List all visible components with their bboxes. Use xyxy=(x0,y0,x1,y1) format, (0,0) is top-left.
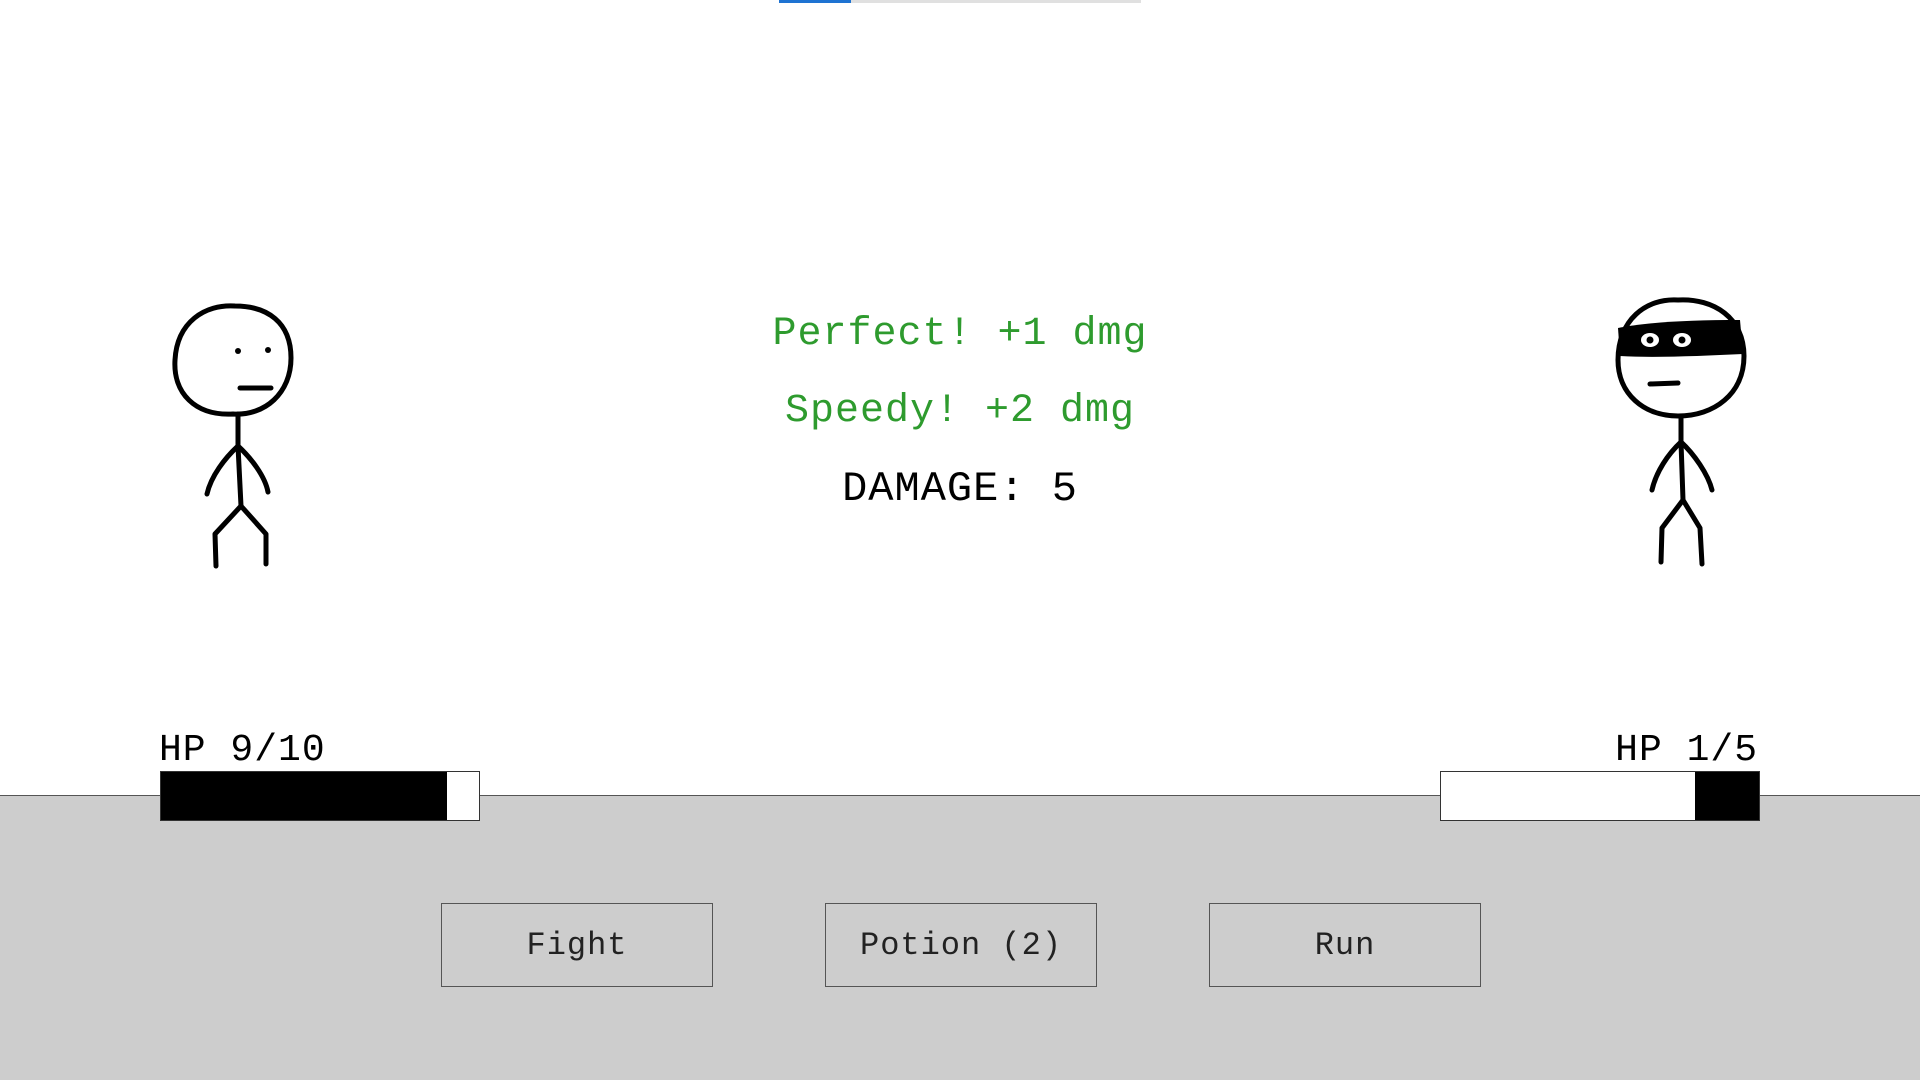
enemy-hp-fill xyxy=(1695,772,1759,820)
battle-screen: Perfect! +1 dmg Speedy! +2 dmg DAMAGE: 5… xyxy=(0,0,1920,1080)
enemy-head xyxy=(1615,297,1747,419)
damage-total: DAMAGE: 5 xyxy=(842,465,1078,513)
enemy-hp-bar xyxy=(1440,771,1760,821)
fight-button[interactable]: Fight xyxy=(441,903,713,987)
potion-button[interactable]: Potion (2) xyxy=(825,903,1097,987)
enemy-torso xyxy=(1678,439,1686,503)
player-hp-fill xyxy=(161,772,448,820)
player-eye-right xyxy=(265,347,271,353)
loading-progress-bar xyxy=(779,0,1141,3)
player-hp-bar xyxy=(160,771,480,821)
combat-log-line: Perfect! +1 dmg xyxy=(772,312,1148,357)
player-hp-label: HP 9/10 xyxy=(159,729,326,772)
player-stickman xyxy=(172,303,294,569)
run-button[interactable]: Run xyxy=(1209,903,1481,987)
enemy-hp-label: HP 1/5 xyxy=(1615,729,1758,772)
player-torso xyxy=(235,443,244,509)
player-legs xyxy=(212,503,269,569)
combat-log-line: Speedy! +2 dmg xyxy=(784,389,1136,434)
player-head xyxy=(172,303,294,417)
combat-log: Perfect! +1 dmg Speedy! +2 dmg DAMAGE: 5 xyxy=(660,300,1260,531)
action-bar: Fight Potion (2) Run xyxy=(0,903,1920,987)
enemy-legs xyxy=(1658,497,1705,567)
enemy-bandit-stickman xyxy=(1615,297,1747,567)
player-eye-left xyxy=(235,348,241,354)
enemy-mouth xyxy=(1647,380,1681,387)
loading-progress-fill xyxy=(779,0,852,3)
